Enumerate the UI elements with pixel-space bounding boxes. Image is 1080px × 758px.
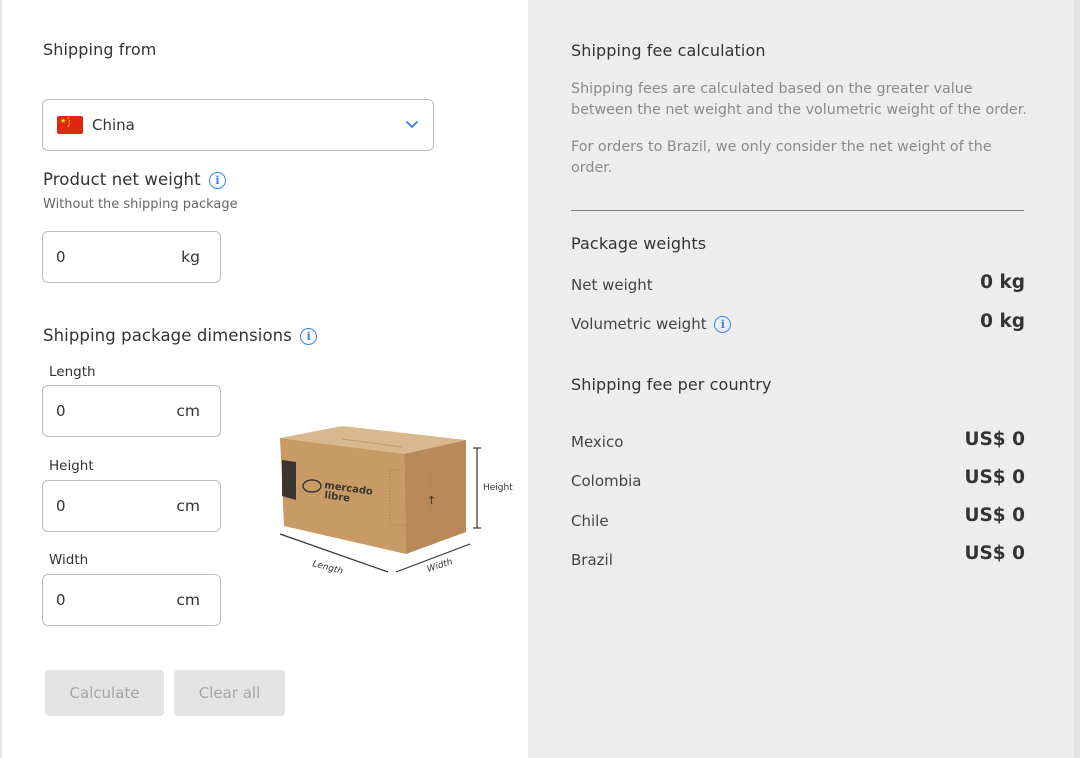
net-weight-result-label: Net weight <box>571 276 653 294</box>
clear-all-button[interactable]: Clear all <box>174 670 285 716</box>
width-label: Width <box>49 552 89 568</box>
length-dimension-label: Length <box>311 559 344 577</box>
country-fee-value: US$ 0 <box>964 429 1025 450</box>
dimensions-label: Shipping package dimensions i <box>43 326 318 345</box>
net-weight-unit: kg <box>181 248 200 266</box>
country-fee-value: US$ 0 <box>964 467 1025 488</box>
net-weight-input[interactable]: 0 kg <box>42 231 221 283</box>
width-value: 0 <box>56 591 66 609</box>
height-input[interactable]: 0 cm <box>42 480 221 532</box>
net-weight-value: 0 <box>56 248 66 266</box>
info-icon[interactable]: i <box>209 172 227 189</box>
china-flag-icon: ★ ★ ★ ★ ★ <box>57 116 83 134</box>
height-unit: cm <box>176 497 200 515</box>
chevron-down-icon <box>406 121 418 128</box>
net-weight-hint: Without the shipping package <box>43 197 238 212</box>
width-unit: cm <box>176 591 200 609</box>
country-fee-label: Brazil <box>571 551 613 569</box>
volumetric-weight-label: Volumetric weight i <box>571 315 732 333</box>
volumetric-weight-label-text: Volumetric weight <box>571 315 707 333</box>
shipping-fee-title: Shipping fee per country <box>571 375 772 394</box>
brazil-note-paragraph: For orders to Brazil, we only consider t… <box>571 139 992 176</box>
net-weight-result-value: 0 kg <box>980 272 1025 293</box>
country-fee-value: US$ 0 <box>964 505 1025 526</box>
svg-text:↑: ↑ <box>427 494 436 507</box>
length-input[interactable]: 0 cm <box>42 385 221 437</box>
length-value: 0 <box>56 402 66 420</box>
country-fee-label: Colombia <box>571 472 642 490</box>
package-weights-title: Package weights <box>571 234 707 253</box>
panel-edge <box>1074 0 1080 758</box>
height-dimension-label: Height <box>483 483 513 493</box>
height-label: Height <box>49 458 94 474</box>
results-title: Shipping fee calculation <box>571 41 766 60</box>
country-select-value: China <box>92 116 135 134</box>
country-fee-label: Mexico <box>571 433 624 451</box>
country-fee-value: US$ 0 <box>964 543 1025 564</box>
net-weight-label: Product net weight i <box>43 170 227 189</box>
height-value: 0 <box>56 497 66 515</box>
calculate-button[interactable]: Calculate <box>45 670 164 716</box>
fee-explanation-paragraph: Shipping fees are calculated based on th… <box>571 81 1027 118</box>
dimensions-label-text: Shipping package dimensions <box>43 326 292 345</box>
country-fee-label: Chile <box>571 512 609 530</box>
net-weight-label-text: Product net weight <box>43 170 201 189</box>
country-select[interactable]: ★ ★ ★ ★ ★ China <box>42 99 434 151</box>
shipping-from-label: Shipping from <box>43 40 157 59</box>
calculator-form-panel: Shipping from ★ ★ ★ ★ ★ China Product net we… <box>0 0 528 758</box>
width-dimension-label: Width <box>426 557 454 575</box>
info-icon[interactable]: i <box>300 328 318 345</box>
info-icon[interactable]: i <box>714 316 732 333</box>
length-unit: cm <box>176 402 200 420</box>
section-divider <box>571 210 1024 211</box>
volumetric-weight-value: 0 kg <box>980 311 1025 332</box>
width-input[interactable]: 0 cm <box>42 574 221 626</box>
package-dimensions-illustration: mercado libre ↑ Height Length Width <box>279 426 513 577</box>
length-label: Length <box>49 364 96 380</box>
